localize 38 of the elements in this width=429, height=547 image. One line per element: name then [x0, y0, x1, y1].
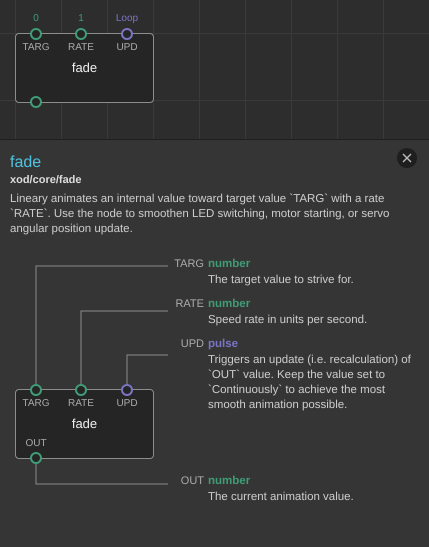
- pin-type: pulse: [208, 338, 238, 350]
- pin-label: RATE: [67, 42, 95, 53]
- pin-label: TARG: [21, 398, 51, 409]
- pin-type: number: [208, 258, 250, 270]
- pin-value: Loop: [114, 13, 140, 24]
- node-body[interactable]: [15, 33, 154, 103]
- pin-name: RATE: [174, 298, 204, 310]
- pin-icon[interactable]: [30, 96, 42, 108]
- pin-type: number: [208, 298, 250, 310]
- pin-label: RATE: [67, 398, 95, 409]
- pin-description: The current animation value.: [208, 490, 355, 505]
- pin-description: Triggers an update (i.e. recalculation) of `OUT` value. Keep the value set to `Continuously` to achieve the most smooth animation possible.: [208, 353, 412, 413]
- pin-type: number: [208, 475, 250, 487]
- pin-icon: [75, 384, 87, 396]
- pin-icon: [30, 384, 42, 396]
- close-icon: [402, 153, 412, 163]
- close-button[interactable]: [397, 148, 417, 168]
- node-title: fade: [70, 60, 98, 75]
- pin-icon[interactable]: [30, 28, 42, 40]
- pin-icon: [30, 452, 42, 464]
- node-path: xod/core/fade: [10, 174, 83, 186]
- pin-value: 0: [32, 13, 40, 24]
- node-title: fade: [10, 154, 42, 172]
- pin-icon[interactable]: [121, 28, 133, 40]
- node-description: Lineary animates an internal value toward target value `TARG` with a rate `RATE`. Use the node to smoothen LED switching, motor starting, or servo angular position update.: [10, 192, 390, 237]
- pin-label: UPD: [115, 398, 139, 409]
- node-title: fade: [70, 416, 98, 431]
- pin-label: UPD: [115, 42, 139, 53]
- pin-icon: [121, 384, 133, 396]
- pin-description: Speed rate in units per second.: [208, 313, 368, 328]
- pin-name: TARG: [173, 258, 204, 270]
- pin-name: UPD: [180, 338, 204, 350]
- pin-value: 1: [77, 13, 85, 24]
- pin-description: The target value to strive for.: [208, 273, 355, 288]
- pin-icon[interactable]: [75, 28, 87, 40]
- pin-label: TARG: [21, 42, 51, 53]
- pin-label: OUT: [24, 438, 48, 449]
- pin-name: OUT: [180, 475, 204, 487]
